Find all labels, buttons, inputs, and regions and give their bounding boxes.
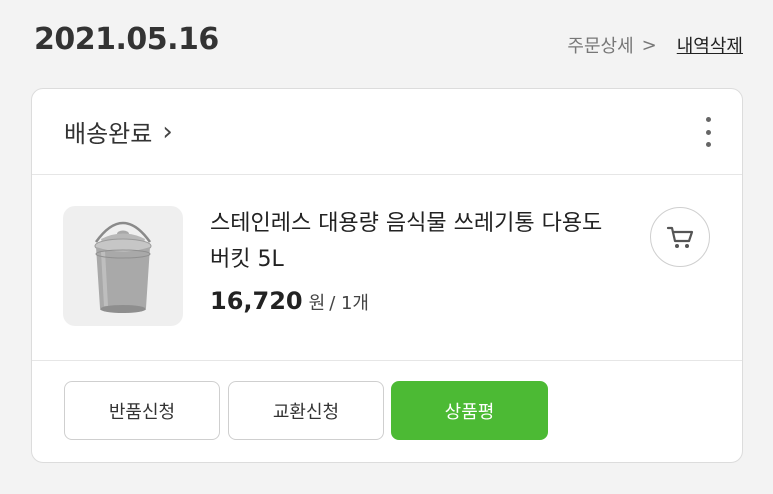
delivery-status-link[interactable]: 배송완료 › — [64, 114, 173, 149]
return-request-button[interactable]: 반품신청 — [64, 381, 220, 440]
price-currency: 원 — [308, 293, 326, 314]
cart-icon — [666, 226, 694, 248]
order-card: 배송완료 › 스테인레스 대용량 음식물 쓰레기통 다용도 버킷 5L 16,7… — [31, 88, 743, 463]
chevron-right-icon: › — [162, 116, 173, 147]
product-price: 16,720 — [210, 287, 303, 315]
product-thumbnail[interactable] — [63, 206, 183, 326]
exchange-request-button[interactable]: 교환신청 — [228, 381, 384, 440]
status-row: 배송완료 › — [32, 89, 742, 175]
delivery-status-label: 배송완료 — [64, 120, 153, 148]
price-line: 16,720 원 / 1개 — [210, 287, 369, 315]
product-name[interactable]: 스테인레스 대용량 음식물 쓰레기통 다용도 버킷 5L — [210, 206, 620, 278]
delete-history-link[interactable]: 내역삭제 — [677, 32, 743, 58]
product-quantity: / 1개 — [329, 293, 369, 314]
order-date: 2021.05.16 — [34, 22, 219, 57]
add-to-cart-button[interactable] — [650, 207, 710, 267]
product-row: 스테인레스 대용량 음식물 쓰레기통 다용도 버킷 5L 16,720 원 / … — [32, 175, 742, 361]
header-links: 주문상세 > 내역삭제 — [567, 32, 743, 58]
more-vertical-icon[interactable] — [702, 117, 714, 147]
order-detail-link[interactable]: 주문상세 > — [567, 32, 656, 58]
chevron-right-icon: > — [641, 34, 657, 56]
write-review-button[interactable]: 상품평 — [391, 381, 548, 440]
order-detail-label: 주문상세 — [567, 36, 634, 57]
